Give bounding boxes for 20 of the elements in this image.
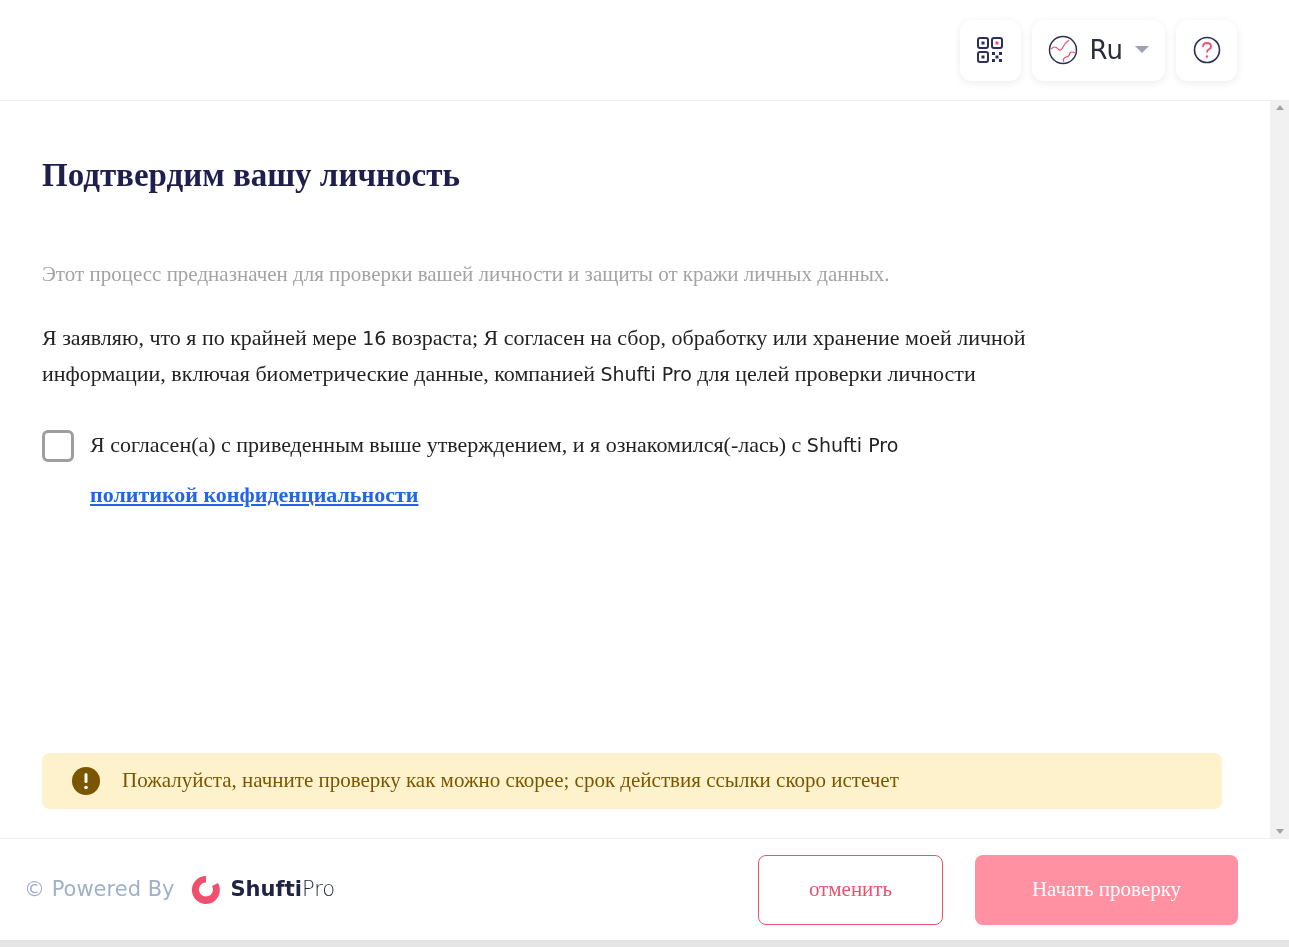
declaration-text: Я заявляю, что я по крайней мере 16 возраста; Я согласен на сбор, обработку или хранение моей личной информации, включая биометрические данные, компанией Shufti Pro для целей проверки личности	[42, 324, 1027, 388]
consent-checkbox[interactable]	[42, 430, 74, 462]
qr-code-button[interactable]	[959, 19, 1021, 81]
consent-text: Я согласен(а) с приведенным выше утверждением, и я ознакомился(-лась) с Shufti Pro политикой конфиденциальности	[90, 431, 900, 509]
qr-code-icon	[976, 36, 1005, 64]
language-dropdown[interactable]: Ru	[1031, 19, 1165, 81]
help-icon	[1192, 36, 1221, 64]
scroll-up-icon[interactable]	[1275, 105, 1284, 110]
globe-icon	[1047, 35, 1078, 65]
powered-by-text: © Powered By	[24, 875, 175, 903]
help-button[interactable]	[1176, 19, 1237, 81]
privacy-policy-link[interactable]: политикой конфиденциальности	[90, 482, 419, 507]
scroll-down-icon[interactable]	[1275, 829, 1284, 834]
warning-text: Пожалуйста, начните проверку как можно скорее; срок действия ссылки скоро истечет	[122, 767, 899, 795]
page-title: Подтвердим вашу личность	[42, 156, 461, 195]
cancel-button[interactable]: отменить	[758, 854, 943, 925]
intro-text: Этот процесс предназначен для проверки вашей личности и защиты от кражи личных данных.	[42, 260, 891, 288]
brand-logo: ShuftiPro	[190, 872, 336, 907]
caret-icon	[1135, 46, 1149, 54]
warning-icon	[72, 767, 100, 795]
